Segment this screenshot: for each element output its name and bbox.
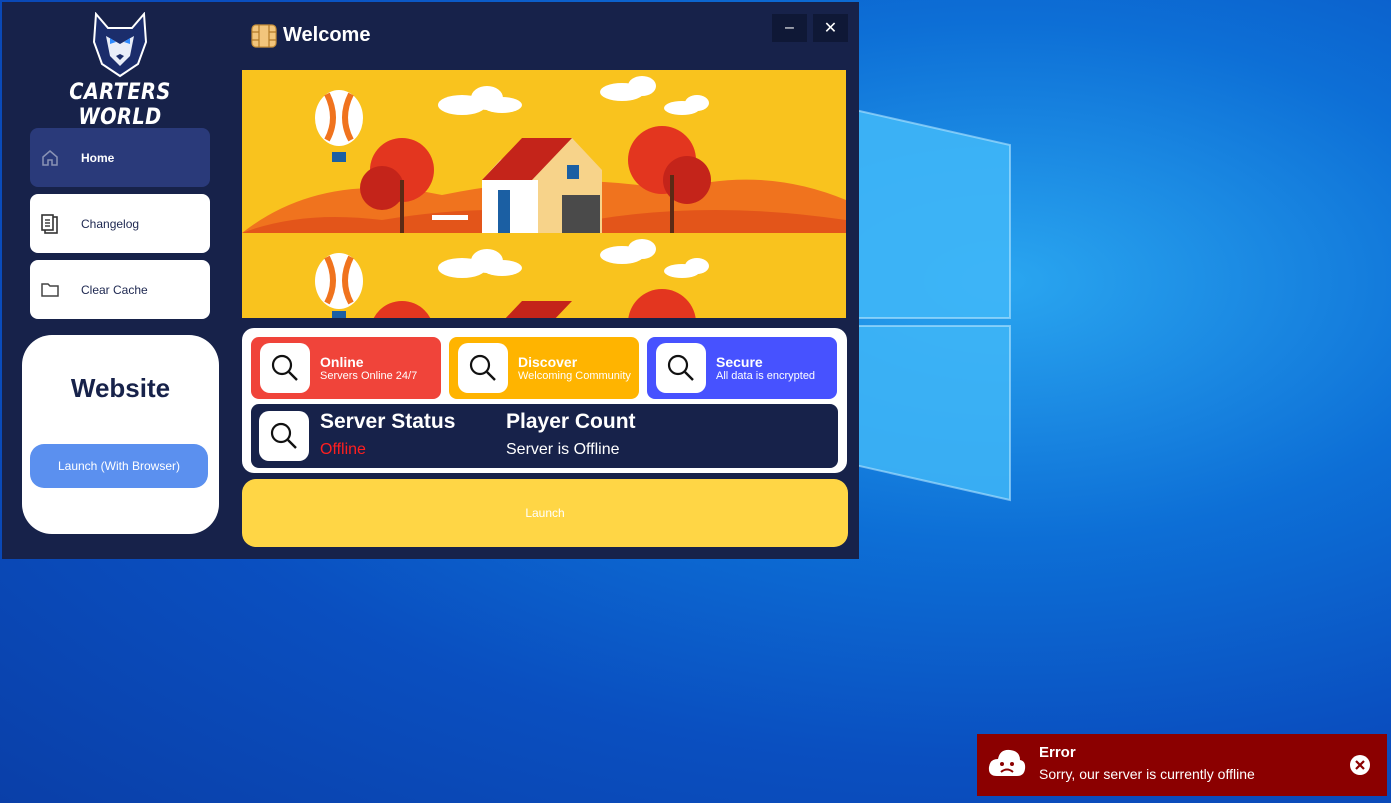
website-title: Website (70, 373, 171, 403)
feature-subtitle: Servers Online 24/7 (320, 369, 418, 382)
feature-discover: Discover Welcoming Community (449, 337, 639, 399)
clipboard-icon (40, 213, 60, 234)
error-toast: Error Sorry, our server is currently off… (977, 734, 1387, 796)
welcome-banner (242, 70, 846, 318)
sidebar-item-label: Changelog (81, 216, 140, 231)
search-icon (458, 343, 508, 393)
launch-browser-button[interactable]: Launch (With Browser) (30, 444, 208, 488)
sidebar-item-changelog[interactable]: Changelog (30, 194, 210, 253)
feature-subtitle: All data is encrypted (716, 369, 816, 382)
search-icon (260, 343, 310, 393)
feature-title: Discover (518, 353, 578, 370)
minimize-button[interactable]: – (772, 14, 807, 42)
sidebar-item-clear-cache[interactable]: Clear Cache (30, 260, 210, 319)
website-card: Website Launch (With Browser) (22, 335, 219, 534)
search-icon (656, 343, 706, 393)
search-icon (259, 411, 309, 461)
autumn-house-illustration (242, 70, 846, 318)
feature-title: Secure (716, 353, 763, 370)
player-count-label: Player Count (506, 410, 636, 433)
home-icon (40, 148, 60, 168)
server-status-bar: Server Status Offline Player Count Serve… (251, 404, 838, 468)
wolf-logo-icon (92, 12, 148, 78)
features-panel: Online Servers Online 24/7 Discover Welc… (242, 328, 847, 473)
close-icon[interactable] (1349, 754, 1371, 776)
feature-online: Online Servers Online 24/7 (251, 337, 441, 399)
launch-button[interactable]: Launch (242, 479, 848, 547)
toast-message: Sorry, our server is currently offline (1039, 766, 1255, 782)
sad-cloud-icon (988, 749, 1026, 776)
sidebar: CARTERS WORLD Home Changelog Clear Cache… (2, 2, 234, 559)
folder-icon (40, 280, 60, 300)
page-title: Welcome (283, 24, 371, 46)
feature-secure: Secure All data is encrypted (647, 337, 837, 399)
player-count-value: Server is Offline (506, 441, 620, 458)
toast-title: Error (1039, 744, 1076, 761)
feature-subtitle: Welcoming Community (518, 369, 631, 382)
sidebar-item-home[interactable]: Home (30, 128, 210, 187)
brand-name: CARTERS WORLD (69, 80, 171, 130)
server-status-value: Offline (320, 441, 366, 458)
launcher-window: CARTERS WORLD Home Changelog Clear Cache… (2, 2, 859, 559)
sidebar-item-label: Clear Cache (81, 282, 148, 297)
chip-icon (251, 24, 277, 48)
close-button[interactable]: ✕ (813, 14, 848, 42)
windows-logo-icon (854, 108, 1011, 502)
brand-logo: CARTERS WORLD (50, 12, 190, 130)
server-status-label: Server Status (320, 410, 456, 433)
feature-title: Online (320, 353, 364, 370)
sidebar-item-label: Home (81, 150, 115, 165)
